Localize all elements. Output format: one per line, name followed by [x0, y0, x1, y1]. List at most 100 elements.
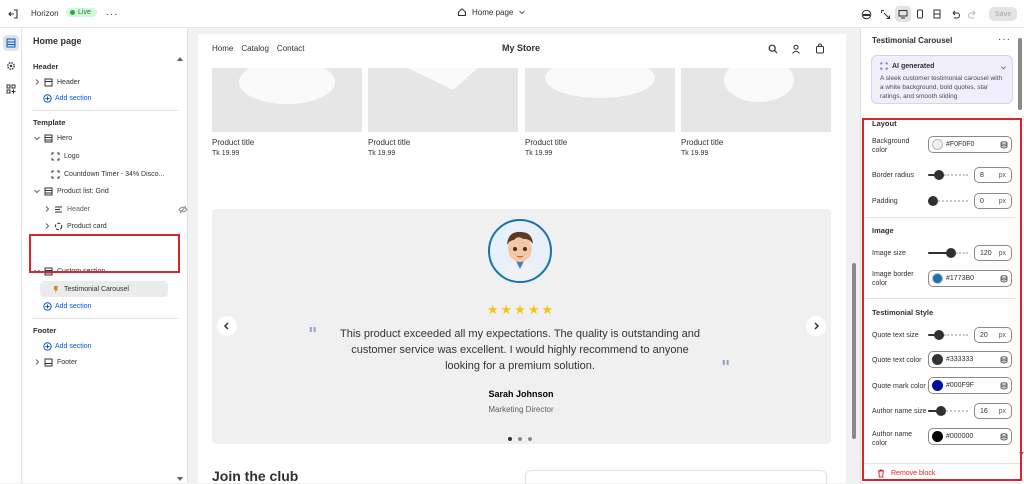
highlight-box-right — [862, 118, 1022, 481]
settings-gear-icon[interactable] — [3, 58, 19, 74]
section-icon — [44, 187, 53, 195]
inspector-icon[interactable] — [877, 6, 893, 22]
save-button[interactable]: Save — [989, 7, 1017, 21]
sections-icon[interactable] — [3, 35, 19, 51]
tree-item-pl-header[interactable]: Header — [43, 201, 207, 217]
close-quote-mark: " — [721, 357, 731, 378]
tree-item-hero[interactable]: Hero — [33, 130, 197, 146]
carousel-dot[interactable] — [518, 437, 522, 441]
sparkle-icon — [880, 62, 888, 70]
product-image[interactable] — [525, 68, 675, 132]
carousel-dot[interactable] — [528, 437, 532, 441]
nav-link-catalog[interactable]: Catalog — [241, 44, 269, 53]
ai-label: AI generated — [892, 62, 935, 70]
block-more-icon[interactable]: ··· — [998, 34, 1011, 45]
app-block-icon — [54, 285, 58, 293]
chevron-down-icon — [519, 10, 526, 15]
nav-link-contact[interactable]: Contact — [277, 44, 305, 53]
footer-section-icon — [44, 358, 53, 366]
tree-item-label: Hero — [57, 134, 73, 142]
tree-item-product-card[interactable]: Product card — [43, 218, 207, 234]
testimonial-carousel: ★★★★★ " " This product exceeded all my e… — [212, 209, 831, 444]
product-price: Tk 19.99 — [525, 150, 553, 157]
theme-icon[interactable] — [858, 6, 874, 22]
add-circle-icon — [43, 301, 52, 311]
tree-item-header[interactable]: Header — [33, 74, 197, 90]
left-rail — [0, 28, 22, 483]
chevron-right-icon — [45, 223, 50, 229]
product-title[interactable]: Product title — [525, 138, 567, 147]
newsletter-box — [525, 470, 827, 484]
add-section-header[interactable]: Add section — [43, 90, 207, 106]
quote-line: customer service was excellent. I would … — [351, 344, 689, 356]
page-selector[interactable]: Home page — [457, 7, 526, 17]
add-section-label: Add section — [55, 302, 92, 310]
fullscreen-view-icon[interactable] — [929, 6, 945, 22]
add-circle-icon — [43, 341, 52, 351]
tree-item-footer[interactable]: Footer — [33, 354, 197, 370]
avatar — [488, 219, 552, 283]
template-group-label: Template — [33, 117, 66, 127]
carousel-dot-active[interactable] — [508, 437, 512, 441]
undo-icon[interactable] — [947, 6, 963, 22]
quote-line: looking for a premium solution. — [445, 360, 595, 372]
apps-icon[interactable] — [3, 81, 19, 97]
add-section-label: Add section — [55, 342, 92, 350]
tree-item-label: Countdown Timer - 34% Disco... — [64, 170, 165, 178]
product-image[interactable] — [368, 68, 518, 132]
mobile-view-icon[interactable] — [912, 6, 928, 22]
product-image[interactable] — [681, 68, 831, 132]
search-icon[interactable] — [768, 44, 778, 54]
tree-item-label: Footer — [57, 358, 78, 366]
header-group-label: Header — [33, 61, 59, 71]
carousel-next-button[interactable] — [806, 316, 826, 336]
settings-scrollbar[interactable] — [1018, 38, 1022, 110]
exit-icon[interactable] — [5, 6, 21, 22]
tree-item-countdown[interactable]: Countdown Timer - 34% Disco... — [51, 166, 215, 182]
more-icon[interactable]: ··· — [104, 6, 120, 22]
footer-group-label: Footer — [33, 325, 57, 335]
store-title[interactable]: My Store — [502, 43, 540, 53]
tree-item-testimonial-carousel[interactable]: Testimonial Carousel — [40, 281, 168, 297]
tree-item-logo[interactable]: Logo — [51, 148, 215, 164]
add-section-label: Add section — [55, 94, 92, 102]
carousel-dots — [508, 437, 532, 441]
ai-label-row: AI generated — [880, 62, 934, 70]
product-title[interactable]: Product title — [681, 138, 723, 147]
page-selector-label: Home page — [472, 7, 514, 17]
highlight-box-left — [29, 234, 180, 273]
block-icon — [51, 170, 60, 178]
home-icon — [458, 8, 466, 16]
star-rating: ★★★★★ — [486, 302, 556, 317]
preview-scrollbar[interactable] — [852, 263, 856, 439]
tree-item-label: Product card — [67, 222, 107, 230]
desktop-view-icon[interactable] — [895, 6, 912, 22]
tree-item-label: Header — [57, 78, 80, 86]
store-preview: Home Catalog Contact My Store Product ti… — [198, 34, 846, 484]
ai-generated-card[interactable]: AI generated A sleek customer testimonia… — [871, 55, 1013, 104]
chevron-right-icon — [45, 206, 50, 212]
chevron-right-icon — [35, 79, 40, 85]
scroll-down-icon[interactable] — [176, 476, 184, 482]
cart-icon[interactable] — [815, 43, 825, 54]
add-section-template[interactable]: Add section — [43, 298, 207, 314]
add-section-footer[interactable]: Add section — [43, 338, 207, 354]
store-nav: Home Catalog Contact — [212, 44, 305, 53]
text-block-icon — [55, 206, 62, 212]
nav-link-home[interactable]: Home — [212, 44, 233, 53]
redo-icon[interactable] — [964, 6, 980, 22]
eye-hidden-icon[interactable] — [178, 205, 188, 214]
chevron-left-icon — [223, 322, 229, 330]
testimonial-quote: This product exceeded all my expectation… — [320, 326, 720, 374]
live-badge: Live — [66, 8, 97, 17]
product-image[interactable] — [212, 68, 362, 132]
account-icon[interactable] — [791, 44, 801, 54]
tree-item-product-list[interactable]: Product list: Grid — [33, 183, 197, 199]
author-name: Sarah Johnson — [488, 389, 554, 399]
carousel-prev-button[interactable] — [217, 316, 237, 336]
chevron-right-icon — [35, 359, 40, 365]
chevron-down-icon[interactable] — [1000, 64, 1007, 71]
quote-line: This product exceeded all my expectation… — [340, 328, 700, 340]
product-title[interactable]: Product title — [212, 138, 254, 147]
product-title[interactable]: Product title — [368, 138, 410, 147]
